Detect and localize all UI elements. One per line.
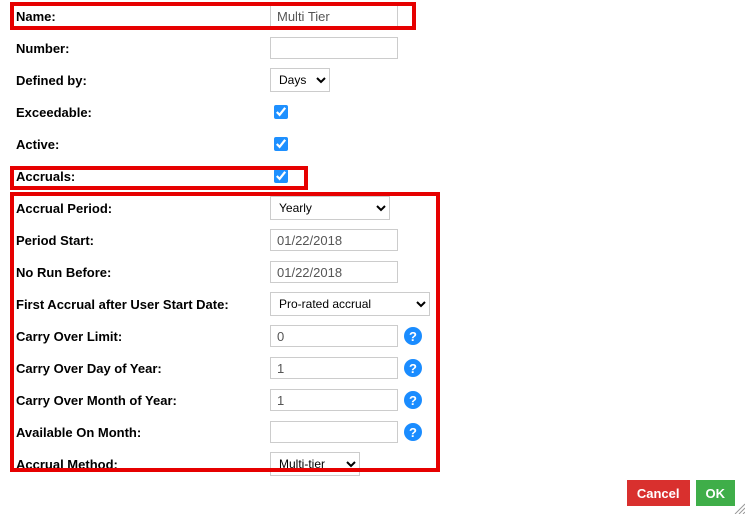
row-exceedable: Exceedable:: [10, 100, 737, 124]
exceedable-checkbox[interactable]: [274, 105, 288, 119]
first-accrual-select[interactable]: Pro-rated accrual: [270, 292, 430, 316]
first-accrual-label: First Accrual after User Start Date:: [10, 297, 270, 312]
cancel-button[interactable]: Cancel: [627, 480, 690, 506]
available-on-month-input[interactable]: [270, 421, 398, 443]
help-icon[interactable]: ?: [404, 423, 422, 441]
help-icon[interactable]: ?: [404, 359, 422, 377]
row-no-run-before: No Run Before:: [10, 260, 737, 284]
exceedable-label: Exceedable:: [10, 105, 270, 120]
name-label: Name:: [10, 9, 270, 24]
row-accrual-method: Accrual Method: Multi-tier: [10, 452, 737, 476]
row-active: Active:: [10, 132, 737, 156]
defined-by-select[interactable]: Days: [270, 68, 330, 92]
period-start-label: Period Start:: [10, 233, 270, 248]
row-carry-over-day: Carry Over Day of Year: ?: [10, 356, 737, 380]
row-carry-over-month: Carry Over Month of Year: ?: [10, 388, 737, 412]
number-input[interactable]: [270, 37, 398, 59]
help-icon[interactable]: ?: [404, 391, 422, 409]
defined-by-label: Defined by:: [10, 73, 270, 88]
period-start-input[interactable]: [270, 229, 398, 251]
accrual-method-label: Accrual Method:: [10, 457, 270, 472]
carry-over-day-input[interactable]: [270, 357, 398, 379]
active-checkbox[interactable]: [274, 137, 288, 151]
carry-over-limit-label: Carry Over Limit:: [10, 329, 270, 344]
accrual-method-select[interactable]: Multi-tier: [270, 452, 360, 476]
help-icon[interactable]: ?: [404, 327, 422, 345]
resize-grip-icon[interactable]: [733, 502, 745, 514]
accruals-label: Accruals:: [10, 169, 270, 184]
no-run-before-label: No Run Before:: [10, 265, 270, 280]
carry-over-day-label: Carry Over Day of Year:: [10, 361, 270, 376]
accruals-checkbox[interactable]: [274, 169, 288, 183]
number-label: Number:: [10, 41, 270, 56]
no-run-before-input[interactable]: [270, 261, 398, 283]
accrual-period-select[interactable]: Yearly: [270, 196, 390, 220]
row-accruals: Accruals:: [10, 164, 737, 188]
accrual-period-label: Accrual Period:: [10, 201, 270, 216]
carry-over-limit-input[interactable]: [270, 325, 398, 347]
carry-over-month-label: Carry Over Month of Year:: [10, 393, 270, 408]
row-number: Number:: [10, 36, 737, 60]
row-carry-over-limit: Carry Over Limit: ?: [10, 324, 737, 348]
row-period-start: Period Start:: [10, 228, 737, 252]
row-name: Name:: [10, 4, 737, 28]
row-available-on-month: Available On Month: ?: [10, 420, 737, 444]
button-bar: Cancel OK: [627, 480, 735, 506]
name-input[interactable]: [270, 5, 398, 27]
carry-over-month-input[interactable]: [270, 389, 398, 411]
row-defined-by: Defined by: Days: [10, 68, 737, 92]
ok-button[interactable]: OK: [696, 480, 736, 506]
row-first-accrual: First Accrual after User Start Date: Pro…: [10, 292, 737, 316]
active-label: Active:: [10, 137, 270, 152]
row-accrual-period: Accrual Period: Yearly: [10, 196, 737, 220]
available-on-month-label: Available On Month:: [10, 425, 270, 440]
